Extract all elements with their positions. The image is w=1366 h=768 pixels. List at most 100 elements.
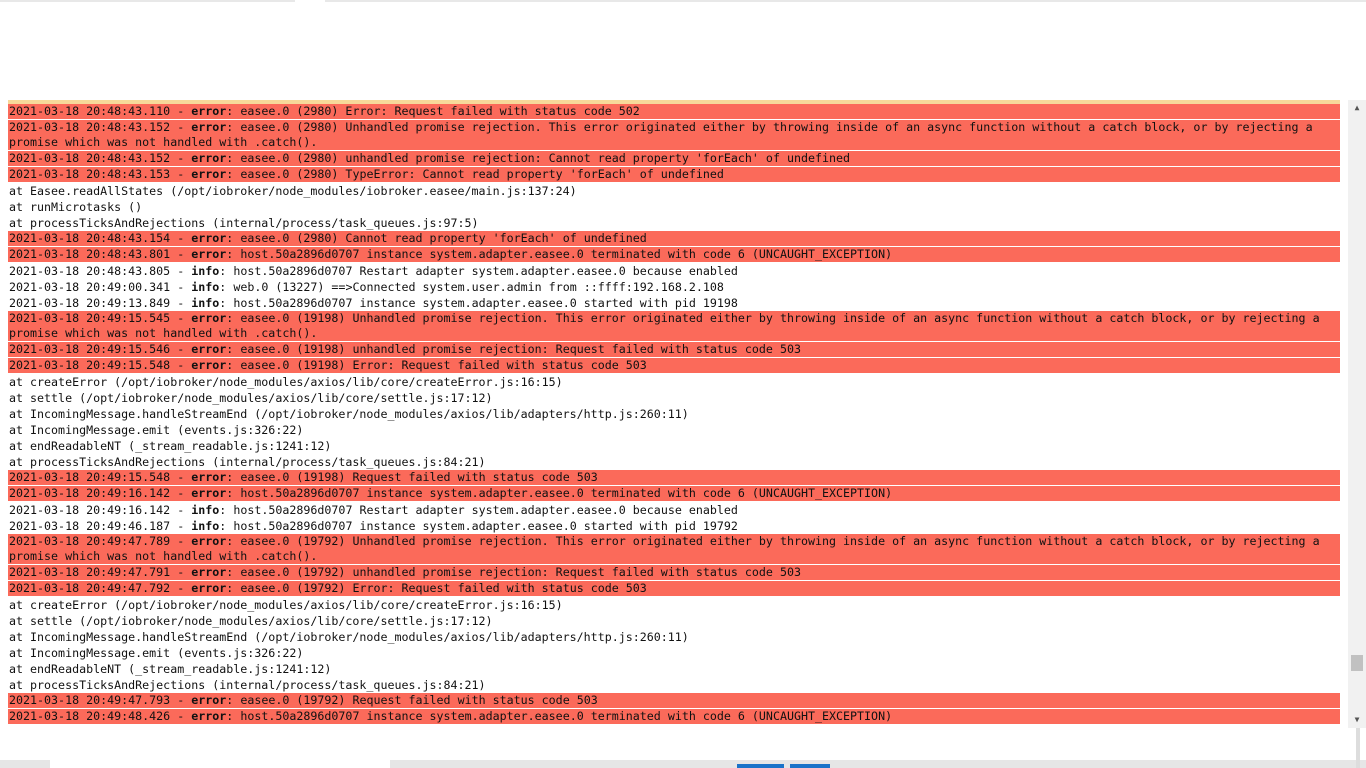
log-trace-line: at endReadableNT (_stream_readable.js:12… [8, 438, 1340, 454]
log-message: easee.0 (19792) Request failed with stat… [240, 693, 598, 707]
log-entry-error: 2021-03-18 20:49:47.792 - error: easee.0… [8, 581, 1340, 597]
log-message: web.0 (13227) ==>Connected system.user.a… [233, 280, 724, 294]
log-entry-error: 2021-03-18 20:49:15.546 - error: easee.0… [8, 342, 1340, 358]
log-level: error [191, 342, 227, 356]
log-level: info [191, 296, 220, 310]
log-timestamp: 2021-03-18 20:49:15.548 [9, 358, 171, 372]
top-edge [0, 0, 1366, 2]
log-entry-info: 2021-03-18 20:48:43.805 - info: host.50a… [9, 264, 738, 278]
log-level: error [191, 534, 227, 548]
log-timestamp: 2021-03-18 20:49:47.793 [9, 693, 171, 707]
scroll-down-arrow-icon[interactable]: ▼ [1348, 712, 1366, 728]
log-entry-error: 2021-03-18 20:48:43.152 - error: easee.0… [8, 151, 1340, 167]
log-timestamp: 2021-03-18 20:49:16.142 [9, 486, 171, 500]
log-entry-info: 2021-03-18 20:49:00.341 - info: web.0 (1… [9, 280, 724, 294]
taskbar-strip [0, 760, 1366, 768]
log-scrollbar[interactable]: ▲ ▼ [1348, 100, 1366, 728]
log-level: error [191, 693, 227, 707]
log-entry-error: 2021-03-18 20:49:15.548 - error: easee.0… [8, 470, 1340, 486]
log-entry-error: 2021-03-18 20:48:43.153 - error: easee.0… [8, 167, 1340, 183]
header-area [0, 0, 1366, 100]
log-level: error [191, 231, 227, 245]
log-level: error [191, 565, 227, 579]
log-message: easee.0 (19792) unhandled promise reject… [240, 565, 801, 579]
log-trace-line: at endReadableNT (_stream_readable.js:12… [8, 661, 1340, 677]
log-message: host.50a2896d0707 Restart adapter system… [233, 264, 738, 278]
log-entry-error: 2021-03-18 20:49:47.791 - error: easee.0… [8, 565, 1340, 581]
log-text: at processTicksAndRejections (internal/p… [9, 678, 486, 692]
log-level: error [191, 120, 227, 134]
log-text: at Easee.readAllStates (/opt/iobroker/no… [9, 184, 577, 198]
log-timestamp: 2021-03-18 20:49:47.792 [9, 581, 171, 595]
log-entry-error: 2021-03-18 20:48:43.110 - error: easee.0… [8, 104, 1340, 120]
log-trace-line: at createError (/opt/iobroker/node_modul… [8, 597, 1340, 613]
log-message: easee.0 (2980) Error: Request failed wit… [240, 104, 640, 118]
log-trace-line: at settle (/opt/iobroker/node_modules/ax… [8, 390, 1340, 406]
log-entry-info: 2021-03-18 20:49:16.142 - info: host.50a… [9, 503, 738, 517]
log-timestamp: 2021-03-18 20:49:15.546 [9, 342, 171, 356]
log-level: error [191, 470, 227, 484]
scroll-up-arrow-icon[interactable]: ▲ [1348, 100, 1366, 116]
log-timestamp: 2021-03-18 20:49:15.545 [9, 311, 171, 325]
log-text: at IncomingMessage.emit (events.js:326:2… [9, 423, 304, 437]
log-level: error [191, 358, 227, 372]
log-message: host.50a2896d0707 instance system.adapte… [233, 296, 738, 310]
footer-button-2[interactable] [790, 764, 830, 768]
log-text: at endReadableNT (_stream_readable.js:12… [9, 439, 332, 453]
log-timestamp: 2021-03-18 20:48:43.801 [9, 247, 171, 261]
log-level: error [191, 311, 227, 325]
log-level: info [191, 503, 220, 517]
log-level: error [191, 581, 227, 595]
log-trace-line: at processTicksAndRejections (internal/p… [8, 215, 1340, 231]
log-message: easee.0 (2980) unhandled promise rejecti… [240, 151, 851, 165]
log-text: at IncomingMessage.handleStreamEnd (/opt… [9, 407, 689, 421]
log-entry-info: 2021-03-18 20:49:13.849 - info: host.50a… [9, 296, 738, 310]
log-message: easee.0 (19198) unhandled promise reject… [240, 342, 801, 356]
log-timestamp: 2021-03-18 20:48:43.805 [9, 264, 171, 278]
scroll-thumb[interactable] [1351, 655, 1363, 672]
log-text: at createError (/opt/iobroker/node_modul… [9, 598, 563, 612]
log-timestamp: 2021-03-18 20:48:43.110 [9, 104, 171, 118]
log-timestamp: 2021-03-18 20:49:16.142 [9, 503, 171, 517]
log-timestamp: 2021-03-18 20:49:13.849 [9, 296, 171, 310]
log-text: at createError (/opt/iobroker/node_modul… [9, 375, 563, 389]
log-level: error [191, 167, 227, 181]
log-trace-line: at IncomingMessage.emit (events.js:326:2… [8, 422, 1340, 438]
log-text: at endReadableNT (_stream_readable.js:12… [9, 662, 332, 676]
footer-area [0, 728, 1366, 768]
log-timestamp: 2021-03-18 20:48:43.152 [9, 120, 171, 134]
log-entry-error: 2021-03-18 20:49:47.793 - error: easee.0… [8, 693, 1340, 709]
log-trace-line: at Easee.readAllStates (/opt/iobroker/no… [8, 183, 1340, 199]
log-timestamp: 2021-03-18 20:48:43.153 [9, 167, 171, 181]
log-message: easee.0 (2980) Cannot read property 'for… [240, 231, 647, 245]
log-entry-error: 2021-03-18 20:49:47.789 - error: easee.0… [8, 534, 1340, 565]
log-message: easee.0 (19792) Error: Request failed wi… [240, 581, 647, 595]
footer-button-1[interactable] [737, 764, 784, 768]
log-level: info [191, 264, 220, 278]
log-entry-error: 2021-03-18 20:48:43.154 - error: easee.0… [8, 231, 1340, 247]
log-entry-info: 2021-03-18 20:49:46.187 - info: host.50a… [9, 519, 738, 533]
log-level: info [191, 280, 220, 294]
log-text: at IncomingMessage.handleStreamEnd (/opt… [9, 630, 689, 644]
log-text: at processTicksAndRejections (internal/p… [9, 455, 486, 469]
log-entry-error: 2021-03-18 20:49:15.545 - error: easee.0… [8, 311, 1340, 342]
tab-notch [295, 0, 325, 3]
log-trace-line: at createError (/opt/iobroker/node_modul… [8, 374, 1340, 390]
log-level: error [191, 151, 227, 165]
log-trace-line: at processTicksAndRejections (internal/p… [8, 454, 1340, 470]
log-level: error [191, 247, 227, 261]
log-timestamp: 2021-03-18 20:49:47.791 [9, 565, 171, 579]
log-message: host.50a2896d0707 instance system.adapte… [240, 709, 893, 723]
log-message: easee.0 (2980) TypeError: Cannot read pr… [240, 167, 724, 181]
log-entry-error: 2021-03-18 20:49:48.426 - error: host.50… [8, 709, 1340, 725]
log-level: error [191, 709, 227, 723]
log-entry-error: 2021-03-18 20:49:15.548 - error: easee.0… [8, 358, 1340, 374]
log-message: host.50a2896d0707 instance system.adapte… [240, 486, 893, 500]
log-entry-error: 2021-03-18 20:49:16.142 - error: host.50… [8, 486, 1340, 502]
log-text: at settle (/opt/iobroker/node_modules/ax… [9, 391, 493, 405]
log-trace-line: at IncomingMessage.handleStreamEnd (/opt… [8, 406, 1340, 422]
log-timestamp: 2021-03-18 20:49:15.548 [9, 470, 171, 484]
log-message: host.50a2896d0707 Restart adapter system… [233, 503, 738, 517]
log-message: easee.0 (19198) Error: Request failed wi… [240, 358, 647, 372]
log-level: error [191, 104, 227, 118]
